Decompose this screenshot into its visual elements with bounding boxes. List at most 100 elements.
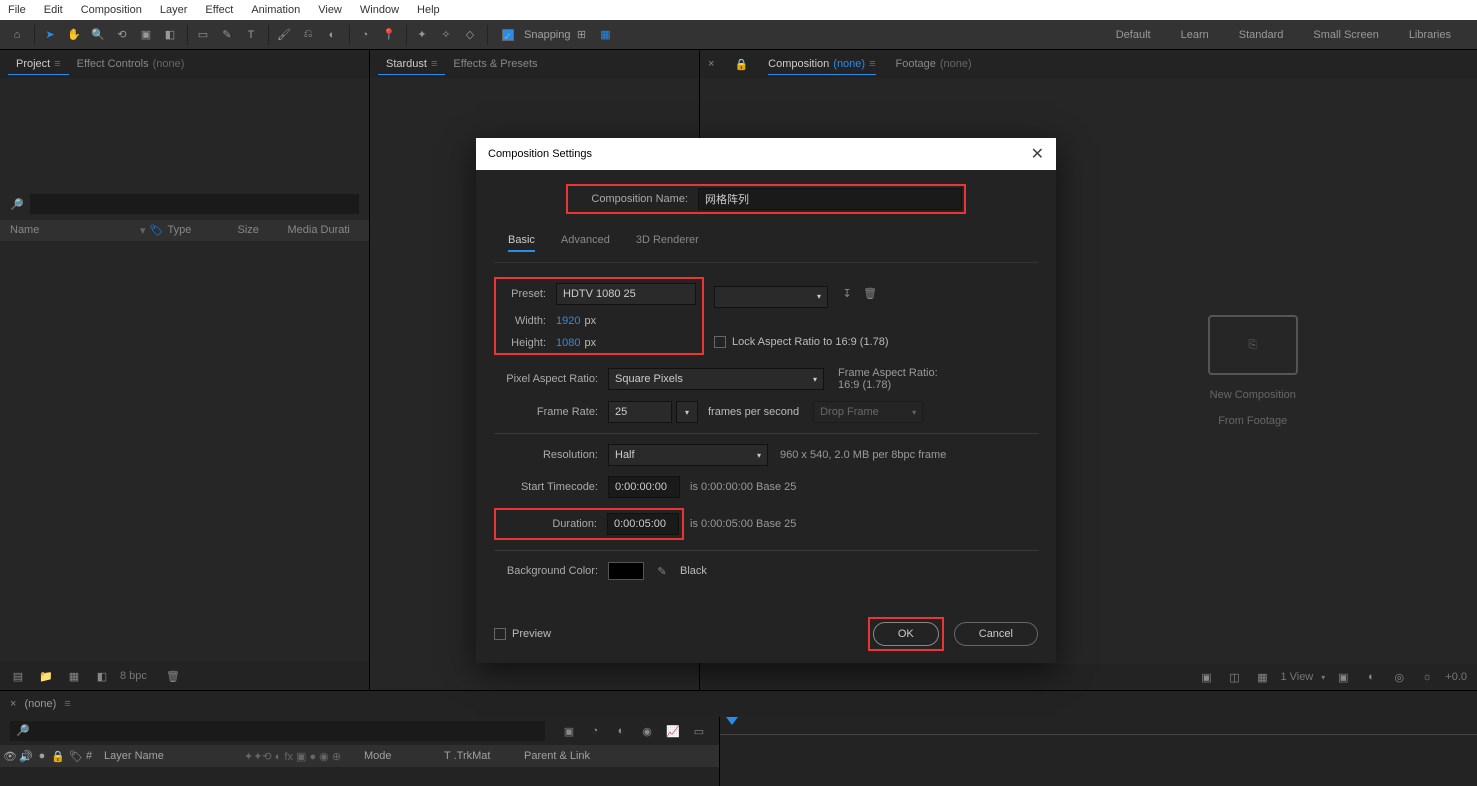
playhead-icon[interactable] [726, 717, 738, 725]
duration-input[interactable] [607, 513, 679, 535]
toggle-mask-icon[interactable]: ◫ [1224, 667, 1244, 687]
interpret-icon[interactable]: ▤ [8, 666, 28, 686]
bgcolor-swatch[interactable] [608, 562, 644, 580]
eraser-tool-icon[interactable]: ◐ [321, 24, 343, 46]
motion-blur-icon[interactable]: ◉ [637, 721, 657, 741]
menu-effect[interactable]: Effect [205, 4, 233, 16]
brush-tool-icon[interactable]: 🖌 [273, 24, 295, 46]
local-axis-icon[interactable]: ✦ [411, 24, 433, 46]
workspace-learn[interactable]: Learn [1181, 29, 1209, 41]
timeline-tab-none[interactable]: (none) [24, 698, 56, 710]
layer-name-col[interactable]: Layer Name [104, 750, 244, 762]
delete-preset-icon[interactable]: 🗑 [860, 283, 880, 303]
preset-select-extend[interactable]: ▾ [714, 286, 828, 308]
col-name[interactable]: Name [10, 224, 140, 237]
resolution-select[interactable]: Half▾ [608, 444, 768, 466]
col-type[interactable]: Type [168, 224, 238, 237]
comp-mini-icon[interactable]: ▣ [559, 721, 579, 741]
tab-project[interactable]: Project ≡ [8, 54, 69, 75]
tab-effects-presets[interactable]: Effects & Presets [445, 54, 545, 74]
menu-window[interactable]: Window [360, 4, 399, 16]
height-value[interactable]: 1080 [556, 337, 580, 349]
view-axis-icon[interactable]: ◇ [459, 24, 481, 46]
ok-button[interactable]: OK [873, 622, 939, 646]
tab-footage[interactable]: Footage (none) [896, 58, 972, 70]
tag-icon[interactable]: 🏷 [150, 224, 164, 237]
pen-tool-icon[interactable]: ✎ [216, 24, 238, 46]
lock-icon[interactable]: 🔒 [734, 58, 748, 71]
workspace-standard[interactable]: Standard [1239, 29, 1284, 41]
save-preset-icon[interactable]: ↧ [837, 283, 857, 303]
view-dropdown[interactable]: 1 View [1280, 671, 1313, 683]
exposure-value[interactable]: +0.0 [1445, 671, 1467, 683]
dof-icon[interactable]: ◐ [1361, 667, 1381, 687]
label-col-icon[interactable]: 🏷 [66, 750, 86, 763]
menu-composition[interactable]: Composition [81, 4, 142, 16]
tab-stardust[interactable]: Stardust ≡ [378, 54, 445, 75]
folder-icon[interactable]: 📁 [36, 666, 56, 686]
pan-behind-icon[interactable]: ◧ [159, 24, 181, 46]
selection-tool-icon[interactable]: ➤ [39, 24, 61, 46]
cancel-button[interactable]: Cancel [954, 622, 1038, 646]
comp-name-input[interactable] [698, 188, 962, 210]
workspace-default[interactable]: Default [1116, 29, 1151, 41]
snapping-toggle[interactable]: ✓ Snapping [502, 29, 571, 41]
home-icon[interactable]: ⌂ [6, 24, 28, 46]
render-icon[interactable]: ▭ [689, 721, 709, 741]
menu-file[interactable]: File [8, 4, 26, 16]
tab-composition[interactable]: Composition (none) ≡ [768, 54, 875, 75]
trash-icon[interactable]: 🗑 [163, 666, 183, 686]
close-tab-icon[interactable]: × [708, 58, 714, 70]
lock-col-icon[interactable]: 🔒 [50, 750, 66, 763]
workspace-libraries[interactable]: Libraries [1409, 29, 1451, 41]
snapping-mode-icon[interactable]: ▦ [595, 24, 617, 46]
camera-icon[interactable]: ▣ [1333, 667, 1353, 687]
col-size[interactable]: Size [238, 224, 288, 237]
start-timecode-input[interactable] [608, 476, 680, 498]
clone-tool-icon[interactable]: ⎌ [297, 24, 319, 46]
menu-help[interactable]: Help [417, 4, 440, 16]
menu-edit[interactable]: Edit [44, 4, 63, 16]
parent-col[interactable]: Parent & Link [524, 750, 624, 762]
width-value[interactable]: 1920 [556, 315, 580, 327]
workspace-small-screen[interactable]: Small Screen [1313, 29, 1378, 41]
zoom-tool-icon[interactable]: 🔍 [87, 24, 109, 46]
tab-basic[interactable]: Basic [508, 234, 535, 252]
rect-tool-icon[interactable]: ▭ [192, 24, 214, 46]
new-comp-from-footage-placeholder[interactable]: ⎘ New Composition From Footage [1208, 315, 1298, 427]
timeline-close-icon[interactable]: × [10, 698, 16, 710]
bpc-icon[interactable]: ◧ [92, 666, 112, 686]
new-comp-icon[interactable]: ▦ [64, 666, 84, 686]
menu-layer[interactable]: Layer [160, 4, 188, 16]
snapping-checkbox[interactable]: ✓ [502, 29, 514, 41]
mode-col[interactable]: Mode [364, 750, 444, 762]
par-select[interactable]: Square Pixels▾ [608, 368, 824, 390]
tab-advanced[interactable]: Advanced [561, 234, 610, 252]
trkmat-col[interactable]: T .TrkMat [444, 750, 524, 762]
world-axis-icon[interactable]: ✧ [435, 24, 457, 46]
menu-animation[interactable]: Animation [251, 4, 300, 16]
preset-select[interactable]: HDTV 1080 25 [556, 283, 696, 305]
framerate-caret[interactable]: ▾ [676, 401, 698, 423]
solo-col-icon[interactable]: ● [34, 750, 50, 762]
frame-blend-icon[interactable]: ◐ [611, 721, 631, 741]
toggle-grid-icon[interactable]: ▦ [1252, 667, 1272, 687]
camera-tool-icon[interactable]: ▣ [135, 24, 157, 46]
framerate-input[interactable]: 25 [608, 401, 672, 423]
col-media-duration[interactable]: Media Durati [288, 224, 360, 237]
video-col-icon[interactable]: 👁 [2, 750, 18, 763]
timeline-ruler-area[interactable] [720, 717, 1477, 786]
tab-3d-renderer[interactable]: 3D Renderer [636, 234, 699, 252]
snapping-opts-icon[interactable]: ⊞ [571, 24, 593, 46]
exposure-icon[interactable]: ☼ [1417, 667, 1437, 687]
audio-col-icon[interactable]: 🔊 [18, 750, 34, 763]
orbit-tool-icon[interactable]: ⟲ [111, 24, 133, 46]
close-icon[interactable]: ✕ [1031, 144, 1044, 164]
eyedropper-icon[interactable]: ✎ [652, 561, 672, 581]
shy-icon[interactable]: ◔ [585, 721, 605, 741]
preview-checkbox[interactable] [494, 628, 506, 640]
toggle-alpha-icon[interactable]: ▣ [1196, 667, 1216, 687]
roto-tool-icon[interactable]: ◔ [354, 24, 376, 46]
lock-aspect-checkbox[interactable] [714, 336, 726, 348]
hand-tool-icon[interactable]: ✋ [63, 24, 85, 46]
